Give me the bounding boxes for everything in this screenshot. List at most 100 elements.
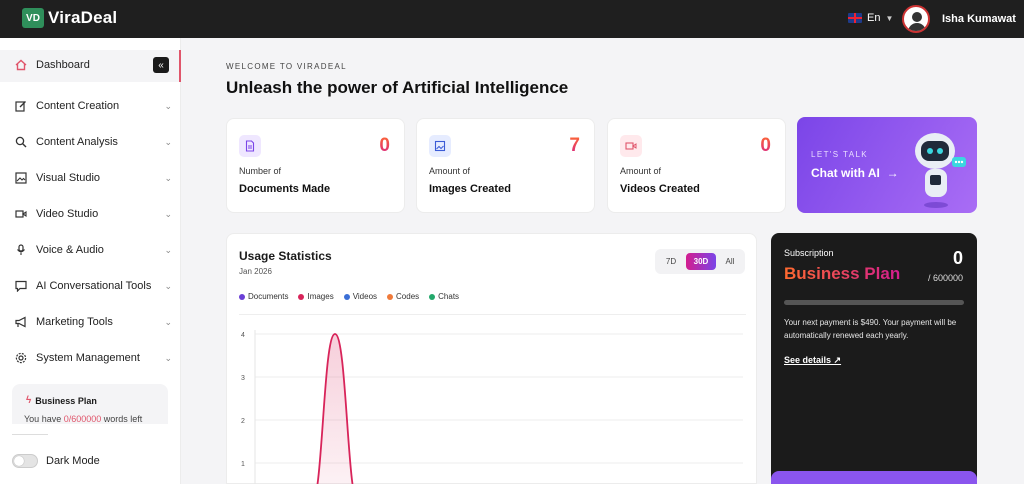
legend-dot xyxy=(387,293,394,300)
promo-cta-label: Chat with AI xyxy=(811,166,880,180)
legend-label: Documents xyxy=(248,292,289,301)
document-icon xyxy=(239,135,261,157)
range-30d-button[interactable]: 30D xyxy=(686,253,716,270)
sidebar-item-label: Voice & Audio xyxy=(36,244,104,256)
legend-dot xyxy=(343,293,350,300)
divider xyxy=(12,434,48,435)
stat-title: Images Created xyxy=(429,183,511,195)
bolt-icon: ϟ xyxy=(26,395,32,406)
range-7d-button[interactable]: 7D xyxy=(659,253,683,270)
promo-kicker: LET'S TALK xyxy=(811,150,869,159)
avatar[interactable] xyxy=(902,5,930,33)
sidebar-item-video-studio[interactable]: Video Studio ⌄ xyxy=(14,204,172,224)
chevron-down-icon: ⌄ xyxy=(164,244,172,255)
divider xyxy=(239,314,746,315)
usage-chart: 4 3 2 1 xyxy=(241,330,743,484)
plan-words-left: You have 0/600000 words left xyxy=(24,414,142,424)
video-icon xyxy=(620,135,642,157)
sidebar-item-label: Dashboard xyxy=(36,59,90,71)
usage-date: Jan 2026 xyxy=(239,267,272,276)
stat-title: Documents Made xyxy=(239,183,331,195)
legend-item[interactable]: Chats xyxy=(429,292,459,301)
words-suffix: words left xyxy=(101,414,143,424)
top-bar: VD ViraDeal En ▼ Isha Kumawat xyxy=(0,0,1024,38)
dark-mode-label: Dark Mode xyxy=(46,455,100,467)
language-label: En xyxy=(867,12,881,24)
stat-subtitle: Amount of xyxy=(429,166,471,176)
legend-label: Videos xyxy=(352,292,378,301)
image-icon xyxy=(429,135,451,157)
chevron-down-icon: ⌄ xyxy=(164,100,172,111)
sidebar-item-system-management[interactable]: System Management ⌄ xyxy=(14,348,172,368)
sidebar-item-label: AI Conversational Tools xyxy=(36,280,152,292)
sidebar-item-ai-conversational-tools[interactable]: AI Conversational Tools ⌄ xyxy=(14,276,172,296)
stat-value: 7 xyxy=(569,135,580,156)
chat-with-ai-card[interactable]: LET'S TALK Chat with AI → xyxy=(797,117,977,213)
legend-item[interactable]: Images xyxy=(298,292,334,301)
dark-mode-toggle[interactable]: Dark Mode xyxy=(12,454,100,468)
range-all-button[interactable]: All xyxy=(719,253,741,270)
sidebar-item-visual-studio[interactable]: Visual Studio ⌄ xyxy=(14,168,172,188)
logo-text: ViraDeal xyxy=(48,8,118,27)
legend-item[interactable]: Codes xyxy=(387,292,419,301)
see-details-link[interactable]: See details ↗ xyxy=(784,355,841,366)
stat-card-images[interactable]: 7 Amount of Images Created xyxy=(416,118,595,213)
legend-dot xyxy=(298,293,305,300)
chevron-down-icon: ⌄ xyxy=(164,352,172,363)
edit-icon xyxy=(14,99,28,113)
legend-label: Codes xyxy=(396,292,420,301)
sidebar-item-content-analysis[interactable]: Content Analysis ⌄ xyxy=(14,132,172,152)
chat-icon xyxy=(14,279,28,293)
sidebar-item-dashboard[interactable]: Dashboard xyxy=(14,55,172,75)
stat-card-documents[interactable]: 0 Number of Documents Made xyxy=(226,118,405,213)
gear-icon xyxy=(14,351,28,365)
legend-item[interactable]: Documents xyxy=(239,292,288,301)
toggle-switch[interactable] xyxy=(12,454,38,468)
sidebar-item-marketing-tools[interactable]: Marketing Tools ⌄ xyxy=(14,312,172,332)
subscription-label: Subscription xyxy=(784,248,834,258)
user-menu[interactable]: Isha Kumawat xyxy=(902,5,1016,33)
words-prefix: You have xyxy=(24,414,64,424)
words-value: 0/600000 xyxy=(63,414,102,424)
subscription-panel: Subscription Business Plan 0 / 600000 Yo… xyxy=(771,233,977,484)
words-total: / 600000 xyxy=(927,273,963,283)
welcome-kicker: WELCOME TO VIRADEAL xyxy=(226,62,347,71)
megaphone-icon xyxy=(14,315,28,329)
logo[interactable]: VD ViraDeal xyxy=(22,8,117,28)
y-tick-label: 1 xyxy=(241,461,245,468)
y-tick-label: 3 xyxy=(241,375,245,382)
plan-title: ϟ Business Plan xyxy=(26,395,97,406)
sidebar-item-voice-audio[interactable]: Voice & Audio ⌄ xyxy=(14,240,172,260)
legend-label: Images xyxy=(307,292,334,301)
usage-progress-bar xyxy=(784,300,964,305)
sidebar: Dashboard « Content Creation ⌄ Content A… xyxy=(0,38,181,484)
chart-legend: Documents Images Videos Codes Chats xyxy=(239,292,459,301)
legend-item[interactable]: Videos xyxy=(343,292,378,301)
arrow-right-icon: → xyxy=(883,166,899,180)
image-icon xyxy=(14,171,28,185)
stat-card-videos[interactable]: 0 Amount of Videos Created xyxy=(607,118,786,213)
stat-title: Videos Created xyxy=(620,183,700,195)
sidebar-item-label: Visual Studio xyxy=(36,172,101,184)
sidebar-item-label: Content Analysis xyxy=(36,136,118,148)
uk-flag-icon xyxy=(848,13,862,23)
sidebar-item-label: Video Studio xyxy=(36,208,99,220)
stat-value: 0 xyxy=(760,135,771,156)
chevron-down-icon: ⌄ xyxy=(164,316,172,327)
page-title: Unleash the power of Artificial Intellig… xyxy=(226,78,569,97)
collapse-sidebar-button[interactable]: « xyxy=(153,57,169,73)
user-name: Isha Kumawat xyxy=(942,13,1016,25)
legend-dot xyxy=(429,293,436,300)
chat-with-ai-link[interactable]: Chat with AI → xyxy=(811,166,899,180)
home-icon xyxy=(14,58,28,72)
search-icon xyxy=(14,135,28,149)
sidebar-item-content-creation[interactable]: Content Creation ⌄ xyxy=(14,96,172,116)
language-selector[interactable]: En ▼ xyxy=(848,12,893,24)
chevron-down-icon: ⌄ xyxy=(164,136,172,147)
chevron-down-icon: ⌄ xyxy=(164,208,172,219)
range-selector: 7D 30D All xyxy=(655,249,745,274)
usage-statistics-panel: Usage Statistics Jan 2026 7D 30D All Doc… xyxy=(226,233,757,484)
upgrade-button[interactable] xyxy=(771,471,977,484)
usage-title: Usage Statistics xyxy=(239,249,332,263)
words-used: 0 xyxy=(952,248,963,268)
